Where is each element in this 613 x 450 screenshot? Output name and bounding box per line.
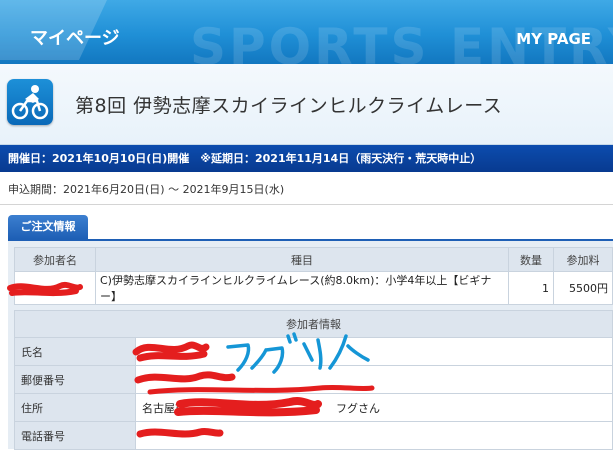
label-phone: 電話番号	[14, 421, 136, 450]
event-date-bar: 開催日：2021年10月10日(日)開催 ※延期日：2021年11月14日（雨天…	[0, 145, 613, 172]
value-address: 名古屋市 フグさん	[135, 393, 613, 422]
info-row-name: 氏名	[14, 337, 613, 366]
label-name: 氏名	[14, 337, 136, 366]
info-row-address: 住所 名古屋市 フグさん	[14, 393, 613, 422]
participant-info-table: 参加者情報 氏名 郵便番号 住所 名古屋市 フグさん 電話番号	[14, 310, 613, 450]
order-table: 参加者名 種目 数量 参加料 C)伊勢志摩スカイラインヒルクライムレース(約8.…	[14, 247, 613, 305]
header-quantity: 数量	[508, 247, 554, 272]
label-address: 住所	[14, 393, 136, 422]
order-table-header: 参加者名 種目 数量 参加料	[14, 247, 613, 272]
value-phone	[135, 421, 613, 450]
value-name	[135, 337, 613, 366]
divider	[0, 204, 613, 205]
mypage-title-en: MY PAGE	[516, 30, 591, 48]
value-postal-code	[135, 365, 613, 394]
participant-info-title: 参加者情報	[14, 310, 613, 338]
event-title: 第8回 伊勢志摩スカイラインヒルクライムレース	[75, 95, 503, 117]
fee-cell: 5500円	[553, 271, 613, 305]
event-title-row: 第8回 伊勢志摩スカイラインヒルクライムレース	[0, 64, 613, 145]
application-period: 申込期間：2021年6月20日(日) 〜 2021年9月15日(水)	[8, 183, 285, 196]
address-suffix: フグさん	[336, 401, 380, 415]
info-row-postal: 郵便番号	[14, 365, 613, 394]
event-cell: C)伊勢志摩スカイラインヒルクライムレース(約8.0km)：小学4年以上【ビギナ…	[95, 271, 509, 305]
label-postal-code: 郵便番号	[14, 365, 136, 394]
header-participant-name: 参加者名	[14, 247, 96, 272]
cyclist-icon	[7, 79, 53, 125]
header-event: 種目	[95, 247, 509, 272]
participant-name-cell	[14, 271, 96, 305]
header-fee: 参加料	[553, 247, 613, 272]
quantity-cell: 1	[508, 271, 554, 305]
address-prefix: 名古屋市	[142, 401, 186, 415]
table-row: C)伊勢志摩スカイラインヒルクライムレース(約8.0km)：小学4年以上【ビギナ…	[14, 271, 613, 305]
tab-order-info[interactable]: ご注文情報	[8, 215, 88, 239]
header-banner: SPORTS ENTRY マイページ MY PAGE	[0, 0, 613, 64]
info-row-phone: 電話番号	[14, 421, 613, 450]
mypage-title: マイページ	[30, 28, 120, 49]
